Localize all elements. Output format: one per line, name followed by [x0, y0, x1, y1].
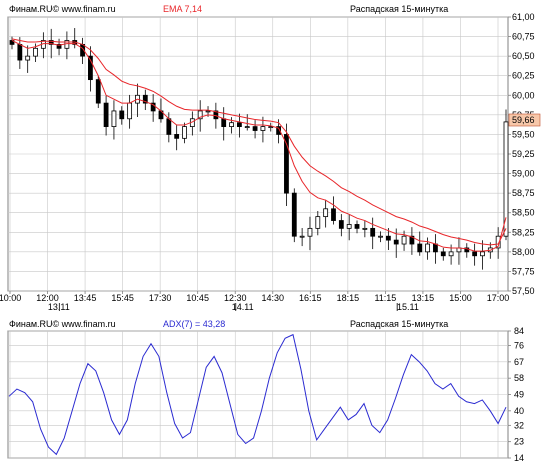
time-tick-label: 16:15 [299, 293, 322, 303]
time-tick-label: 10:00 [0, 293, 21, 303]
time-tick-label: 15:00 [449, 293, 472, 303]
adx-y-axis: 84 76 67 58 49 40 32 23 14 [508, 326, 524, 463]
adx-tick-label: 14 [514, 453, 524, 463]
candle-body [299, 235, 305, 238]
candle-body [425, 243, 430, 253]
candle-body [182, 126, 187, 139]
candle-body [17, 44, 23, 61]
candle-body [111, 110, 117, 127]
price-panel: 61,0060,7560,5060,2560,0059,7559,5059,25… [0, 4, 541, 312]
adx-panel: 84 76 67 58 49 40 32 23 14 Финам.RU© www.finam.r… [7, 319, 524, 463]
candle-body [480, 251, 485, 257]
candle-body [260, 126, 266, 131]
adx-tick-label: 49 [514, 390, 524, 400]
price-source-label: Финам.RU© www.finam.ru [9, 4, 116, 14]
adx-tick-label: 84 [514, 326, 524, 336]
adx-tick-label: 40 [514, 406, 524, 416]
time-tick-label: 17:30 [149, 293, 172, 303]
price-subtitle: Распадская 15-минутка [350, 4, 448, 14]
adx-tick-label: 23 [514, 437, 524, 447]
ema-label: EMA 7,14 [163, 4, 202, 14]
adx-label: ADX(7) = 43,28 [163, 319, 225, 329]
time-tick-label: 13:45 [74, 293, 97, 303]
candle-body [25, 55, 31, 61]
candle-body [229, 122, 234, 128]
candle-body [346, 224, 352, 229]
price-tick-label: 57,50 [512, 286, 535, 296]
date-label: 13.11 [48, 302, 70, 312]
price-tick-label: 61,00 [512, 12, 535, 22]
adx-tick-label: 32 [514, 420, 524, 430]
candle-body [385, 235, 391, 241]
adx-source-label: Финам.RU© www.finam.ru [9, 319, 116, 329]
adx-tick-label: 67 [514, 357, 524, 367]
price-y-axis: 61,0060,7560,5060,2560,0059,7559,5059,25… [508, 12, 535, 296]
time-tick-label: 14:30 [262, 293, 285, 303]
date-label: 15.11 [397, 302, 419, 312]
price-x-axis: 10:00 12:00 13:45 15:45 17:30 10:45 12:30 14:30… [0, 291, 509, 303]
candle-body [331, 208, 336, 221]
time-tick-label: 11:15 [374, 293, 396, 303]
candle-body [354, 224, 360, 229]
time-tick-label: 17:00 [487, 293, 510, 303]
candle-body [291, 192, 297, 237]
candle-body [252, 126, 258, 131]
candle-body [236, 122, 242, 128]
candle-body [95, 79, 101, 104]
adx-tick-label: 76 [514, 341, 524, 351]
candle-body [166, 118, 172, 135]
candle-body [433, 243, 438, 253]
date-label: 14.11 [232, 302, 254, 312]
candle-body [315, 216, 321, 229]
price-tick-label: 57,75 [512, 266, 535, 276]
price-tick-label: 60,00 [512, 90, 535, 100]
candle-body [370, 227, 376, 237]
time-tick-label: 18:15 [337, 293, 360, 303]
candle-body [103, 102, 109, 128]
candle-body [440, 251, 446, 257]
date-labels: 13.11 14.11 15.11 [48, 302, 419, 312]
price-tick-label: 59,50 [512, 129, 535, 139]
candle-body [401, 235, 407, 245]
last-price-label: 59,66 [512, 115, 535, 125]
candle-body [417, 243, 423, 253]
price-tick-label: 58,00 [512, 247, 535, 257]
price-tick-label: 60,25 [512, 71, 535, 81]
candle-body [221, 118, 227, 128]
candle-body [244, 126, 250, 128]
adx-subtitle: Распадская 15-минутка [350, 319, 448, 329]
candle-body [393, 239, 399, 245]
price-tick-label: 59,00 [512, 169, 535, 179]
candle-body [338, 220, 344, 229]
price-tick-label: 58,50 [512, 208, 535, 218]
time-tick-label: 15:45 [111, 293, 134, 303]
candle-body [127, 102, 133, 120]
candle-body [307, 227, 313, 237]
candle-body [362, 227, 368, 230]
price-tick-label: 60,50 [512, 51, 535, 61]
price-tick-label: 60,75 [512, 32, 535, 42]
candle-body [448, 251, 454, 257]
candle-body [119, 110, 125, 120]
price-tick-label: 58,75 [512, 188, 535, 198]
time-tick-label: 10:45 [186, 293, 209, 303]
candle-body [378, 235, 383, 238]
candle-body [33, 47, 38, 57]
adx-tick-label: 58 [514, 373, 524, 383]
chart-root: 61,0060,7560,5060,2560,0059,7559,5059,25… [0, 0, 550, 470]
price-tick-label: 59,25 [512, 149, 535, 159]
chart-svg: 61,0060,7560,5060,2560,0059,7559,5059,25… [0, 4, 541, 463]
candle-body [205, 110, 211, 113]
candle-body [472, 251, 478, 257]
candle-body [174, 134, 180, 139]
price-tick-label: 58,25 [512, 227, 535, 237]
candle-body [323, 208, 329, 218]
